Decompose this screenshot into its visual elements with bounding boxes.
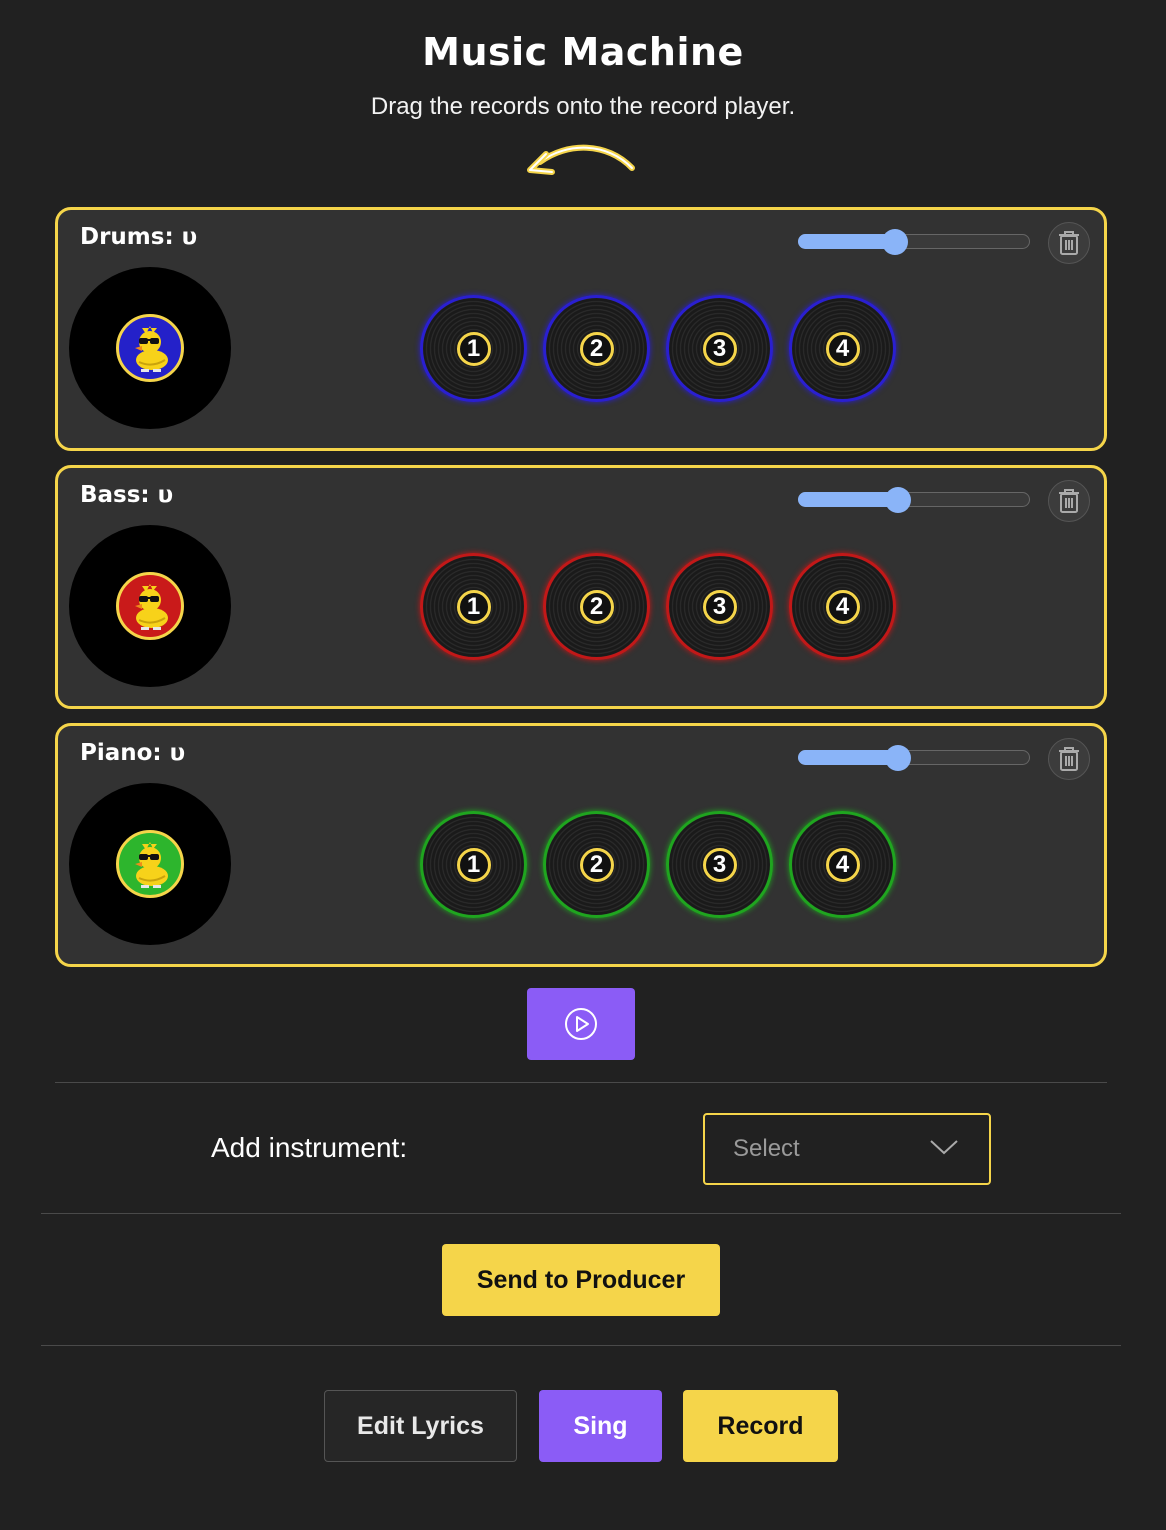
slider-fill bbox=[798, 750, 898, 765]
track-card-0: Drums: υ 1 2 3 4 bbox=[55, 207, 1107, 451]
duck-sunglasses-icon bbox=[116, 830, 184, 898]
record-disc[interactable]: 2 bbox=[543, 811, 650, 918]
record-row: 1 2 3 4 bbox=[420, 811, 896, 918]
record-number: 3 bbox=[702, 331, 737, 366]
volume-slider[interactable] bbox=[798, 487, 1030, 513]
record-number: 4 bbox=[825, 847, 860, 882]
trash-icon bbox=[1059, 489, 1079, 513]
record-number: 2 bbox=[579, 589, 614, 624]
record-disc[interactable]: 3 bbox=[666, 811, 773, 918]
select-value: Select bbox=[733, 1135, 800, 1162]
track-label: Bass: υ bbox=[80, 482, 174, 508]
edit-lyrics-button[interactable]: Edit Lyrics bbox=[324, 1390, 517, 1462]
track-label: Drums: υ bbox=[80, 224, 198, 250]
delete-track-button[interactable] bbox=[1048, 480, 1090, 522]
record-disc[interactable]: 4 bbox=[789, 811, 896, 918]
record-disc[interactable]: 2 bbox=[543, 553, 650, 660]
record-number: 3 bbox=[702, 589, 737, 624]
record-number: 1 bbox=[456, 589, 491, 624]
record-player[interactable] bbox=[69, 525, 231, 687]
sing-button[interactable]: Sing bbox=[539, 1390, 662, 1462]
record-disc[interactable]: 2 bbox=[543, 295, 650, 402]
record-disc[interactable]: 1 bbox=[420, 295, 527, 402]
delete-track-button[interactable] bbox=[1048, 222, 1090, 264]
record-button[interactable]: Record bbox=[683, 1390, 838, 1462]
slider-thumb[interactable] bbox=[885, 487, 911, 513]
record-row: 1 2 3 4 bbox=[420, 295, 896, 402]
curved-arrow-icon bbox=[527, 144, 635, 175]
chevron-down-icon bbox=[930, 1140, 958, 1155]
record-disc[interactable]: 4 bbox=[789, 295, 896, 402]
add-instrument-label: Add instrument: bbox=[211, 1132, 408, 1163]
delete-track-button[interactable] bbox=[1048, 738, 1090, 780]
record-number: 1 bbox=[456, 331, 491, 366]
track-card-1: Bass: υ 1 2 3 4 bbox=[55, 465, 1107, 709]
divider bbox=[41, 1213, 1121, 1214]
track-label: Piano: υ bbox=[80, 740, 186, 766]
slider-fill bbox=[798, 492, 898, 507]
page-title: Music Machine bbox=[422, 30, 744, 74]
divider bbox=[41, 1345, 1121, 1346]
slider-fill bbox=[798, 234, 895, 249]
trash-icon bbox=[1059, 231, 1079, 255]
record-player[interactable] bbox=[69, 267, 231, 429]
record-player[interactable] bbox=[69, 783, 231, 945]
slider-thumb[interactable] bbox=[885, 745, 911, 771]
record-disc[interactable]: 1 bbox=[420, 553, 527, 660]
duck-sunglasses-icon bbox=[116, 314, 184, 382]
play-circle-icon bbox=[565, 1008, 597, 1040]
track-card-2: Piano: υ 1 2 3 4 bbox=[55, 723, 1107, 967]
record-disc[interactable]: 3 bbox=[666, 295, 773, 402]
record-disc[interactable]: 4 bbox=[789, 553, 896, 660]
send-to-producer-button[interactable]: Send to Producer bbox=[442, 1244, 720, 1316]
record-number: 2 bbox=[579, 331, 614, 366]
record-number: 4 bbox=[825, 589, 860, 624]
record-number: 3 bbox=[702, 847, 737, 882]
instructions-text: Drag the records onto the record player. bbox=[370, 93, 796, 120]
trash-icon bbox=[1059, 747, 1079, 771]
record-disc[interactable]: 1 bbox=[420, 811, 527, 918]
play-button[interactable] bbox=[527, 988, 635, 1060]
divider bbox=[55, 1082, 1107, 1083]
record-number: 2 bbox=[579, 847, 614, 882]
record-number: 4 bbox=[825, 331, 860, 366]
volume-slider[interactable] bbox=[798, 745, 1030, 771]
duck-sunglasses-icon bbox=[116, 572, 184, 640]
record-disc[interactable]: 3 bbox=[666, 553, 773, 660]
record-number: 1 bbox=[456, 847, 491, 882]
record-row: 1 2 3 4 bbox=[420, 553, 896, 660]
slider-thumb[interactable] bbox=[882, 229, 908, 255]
volume-slider[interactable] bbox=[798, 229, 1030, 255]
instrument-select[interactable]: Select bbox=[703, 1113, 991, 1185]
